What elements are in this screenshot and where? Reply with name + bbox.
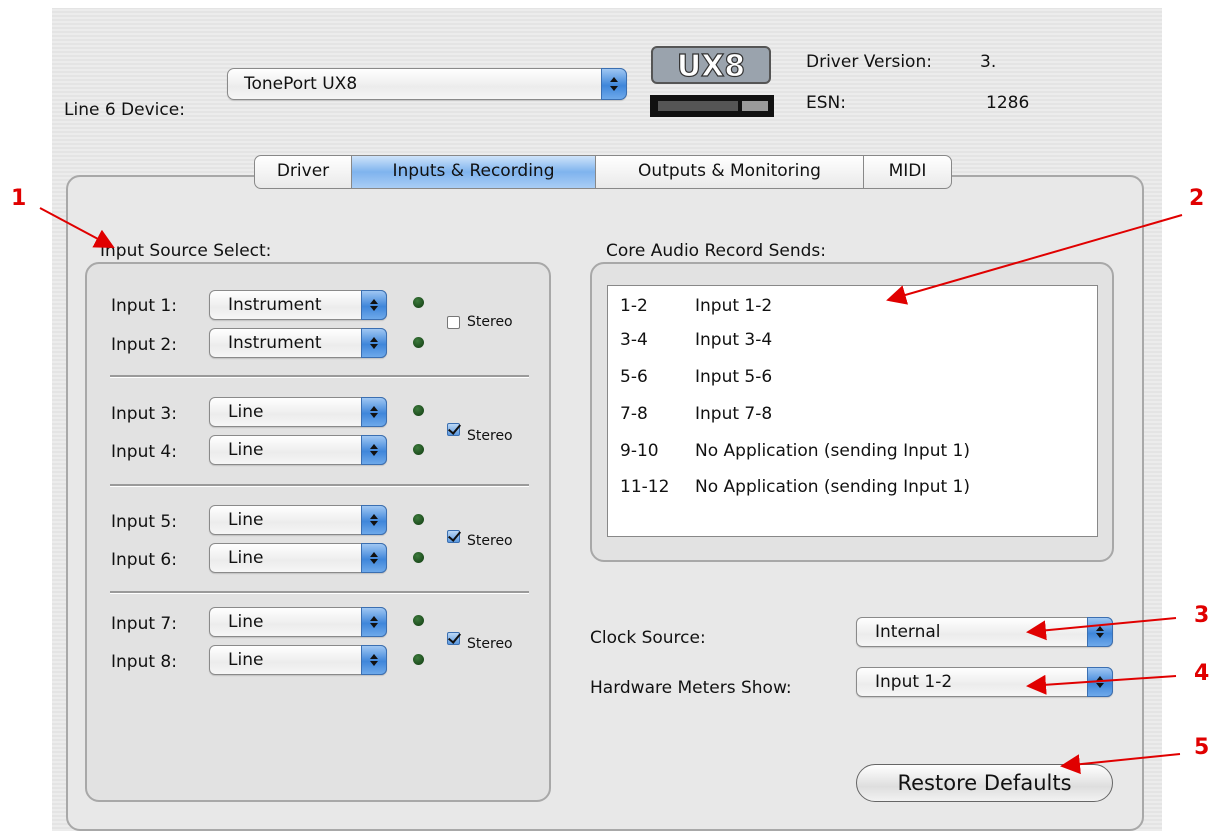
input-4-level-led bbox=[413, 444, 424, 455]
input-3-value: Line bbox=[228, 402, 264, 422]
send-source: Input 1-2 bbox=[695, 296, 773, 316]
stereo-3-4-checkbox[interactable] bbox=[447, 423, 460, 436]
input-5-value: Line bbox=[228, 510, 264, 530]
group-divider bbox=[110, 375, 529, 378]
stereo-7-8-checkbox[interactable] bbox=[447, 632, 460, 645]
record-sends-list[interactable]: 1-2 Input 1-2 3-4 Input 3-4 5-6 Input 5-6 7… bbox=[607, 285, 1098, 537]
ux8-logo: UX8 bbox=[650, 46, 774, 117]
group-divider bbox=[110, 484, 529, 487]
stereo-3-4-label: Stereo bbox=[467, 428, 513, 444]
send-source: Input 7-8 bbox=[695, 404, 773, 424]
input-1-level-led bbox=[413, 297, 424, 308]
hardware-meters-value: Input 1-2 bbox=[875, 672, 953, 692]
device-label: Line 6 Device: bbox=[64, 100, 185, 120]
list-item[interactable]: 3-4 Input 3-4 bbox=[620, 330, 772, 350]
input-1-label: Input 1: bbox=[111, 296, 177, 316]
input-6-value: Line bbox=[228, 548, 264, 568]
list-item[interactable]: 7-8 Input 7-8 bbox=[620, 404, 772, 424]
stereo-7-8-label: Stereo bbox=[467, 636, 513, 652]
stereo-5-6-label: Stereo bbox=[467, 533, 513, 549]
tab-midi[interactable]: MIDI bbox=[864, 156, 951, 188]
group-divider bbox=[110, 591, 529, 594]
input-1-value: Instrument bbox=[228, 295, 322, 315]
callout-3: 3 bbox=[1194, 603, 1210, 628]
stereo-1-2-label: Stereo bbox=[467, 314, 513, 330]
popup-arrows-icon bbox=[361, 328, 387, 358]
list-item[interactable]: 5-6 Input 5-6 bbox=[620, 367, 772, 387]
list-item[interactable]: 1-2 Input 1-2 bbox=[620, 296, 772, 316]
popup-arrows-icon bbox=[361, 543, 387, 573]
input-6-select[interactable]: Line bbox=[209, 543, 387, 573]
channel-label: 7-8 bbox=[620, 404, 648, 424]
popup-arrows-icon bbox=[361, 435, 387, 465]
input-3-label: Input 3: bbox=[111, 404, 177, 424]
tab-driver[interactable]: Driver bbox=[255, 156, 352, 188]
popup-arrows-icon bbox=[361, 290, 387, 320]
input-2-value: Instrument bbox=[228, 333, 322, 353]
stereo-5-6-checkbox[interactable] bbox=[447, 530, 460, 543]
hardware-meters-select[interactable]: Input 1-2 bbox=[856, 667, 1113, 697]
popup-arrows-icon bbox=[361, 607, 387, 637]
input-8-select[interactable]: Line bbox=[209, 645, 387, 675]
logo-text: UX8 bbox=[677, 49, 745, 84]
input-2-level-led bbox=[413, 337, 424, 348]
input-7-level-led bbox=[413, 615, 424, 626]
popup-arrows-icon bbox=[1087, 617, 1113, 647]
input-8-value: Line bbox=[228, 650, 264, 670]
input-2-label: Input 2: bbox=[111, 335, 177, 355]
input-8-level-led bbox=[413, 654, 424, 665]
list-item[interactable]: 9-10 No Application (sending Input 1) bbox=[620, 441, 970, 461]
input-1-select[interactable]: Instrument bbox=[209, 290, 387, 320]
channel-label: 11-12 bbox=[620, 477, 670, 497]
popup-arrows-icon bbox=[1087, 667, 1113, 697]
send-source: No Application (sending Input 1) bbox=[695, 477, 970, 497]
input-7-select[interactable]: Line bbox=[209, 607, 387, 637]
send-source: Input 3-4 bbox=[695, 330, 773, 350]
send-source: Input 5-6 bbox=[695, 367, 773, 387]
input-7-value: Line bbox=[228, 612, 264, 632]
hardware-meters-label: Hardware Meters Show: bbox=[590, 678, 792, 698]
send-source: No Application (sending Input 1) bbox=[695, 441, 970, 461]
driver-version-label: Driver Version: bbox=[806, 52, 932, 72]
input-3-level-led bbox=[413, 405, 424, 416]
restore-defaults-button[interactable]: Restore Defaults bbox=[856, 764, 1113, 802]
input-4-value: Line bbox=[228, 440, 264, 460]
input-5-label: Input 5: bbox=[111, 512, 177, 532]
popup-arrows-icon bbox=[361, 397, 387, 427]
input-3-select[interactable]: Line bbox=[209, 397, 387, 427]
input-5-select[interactable]: Line bbox=[209, 505, 387, 535]
popup-arrows-icon bbox=[361, 505, 387, 535]
input-5-level-led bbox=[413, 514, 424, 525]
callout-1: 1 bbox=[11, 186, 27, 211]
tab-inputs-recording[interactable]: Inputs & Recording bbox=[352, 156, 596, 188]
input-8-label: Input 8: bbox=[111, 652, 177, 672]
input-4-label: Input 4: bbox=[111, 442, 177, 462]
callout-4: 4 bbox=[1194, 661, 1210, 686]
popup-arrows-icon bbox=[361, 645, 387, 675]
esn-value: 1286 bbox=[986, 93, 1030, 113]
tab-bar: Driver Inputs & Recording Outputs & Moni… bbox=[254, 155, 952, 189]
channel-label: 9-10 bbox=[620, 441, 659, 461]
input-4-select[interactable]: Line bbox=[209, 435, 387, 465]
clock-source-value: Internal bbox=[875, 622, 941, 642]
input-source-title: Input Source Select: bbox=[100, 241, 272, 261]
channel-label: 3-4 bbox=[620, 330, 648, 350]
clock-source-select[interactable]: Internal bbox=[856, 617, 1113, 647]
channel-label: 1-2 bbox=[620, 296, 648, 316]
input-7-label: Input 7: bbox=[111, 614, 177, 634]
list-item[interactable]: 11-12 No Application (sending Input 1) bbox=[620, 477, 970, 497]
esn-label: ESN: bbox=[806, 93, 846, 113]
driver-version-value: 3. bbox=[980, 52, 997, 72]
input-2-select[interactable]: Instrument bbox=[209, 328, 387, 358]
record-sends-title: Core Audio Record Sends: bbox=[606, 241, 827, 261]
input-6-level-led bbox=[413, 552, 424, 563]
channel-label: 5-6 bbox=[620, 367, 648, 387]
tab-outputs-monitoring[interactable]: Outputs & Monitoring bbox=[596, 156, 864, 188]
callout-5: 5 bbox=[1194, 735, 1210, 760]
stereo-1-2-checkbox[interactable] bbox=[447, 316, 460, 329]
input-6-label: Input 6: bbox=[111, 550, 177, 570]
callout-2: 2 bbox=[1189, 186, 1205, 211]
clock-source-label: Clock Source: bbox=[590, 628, 706, 648]
